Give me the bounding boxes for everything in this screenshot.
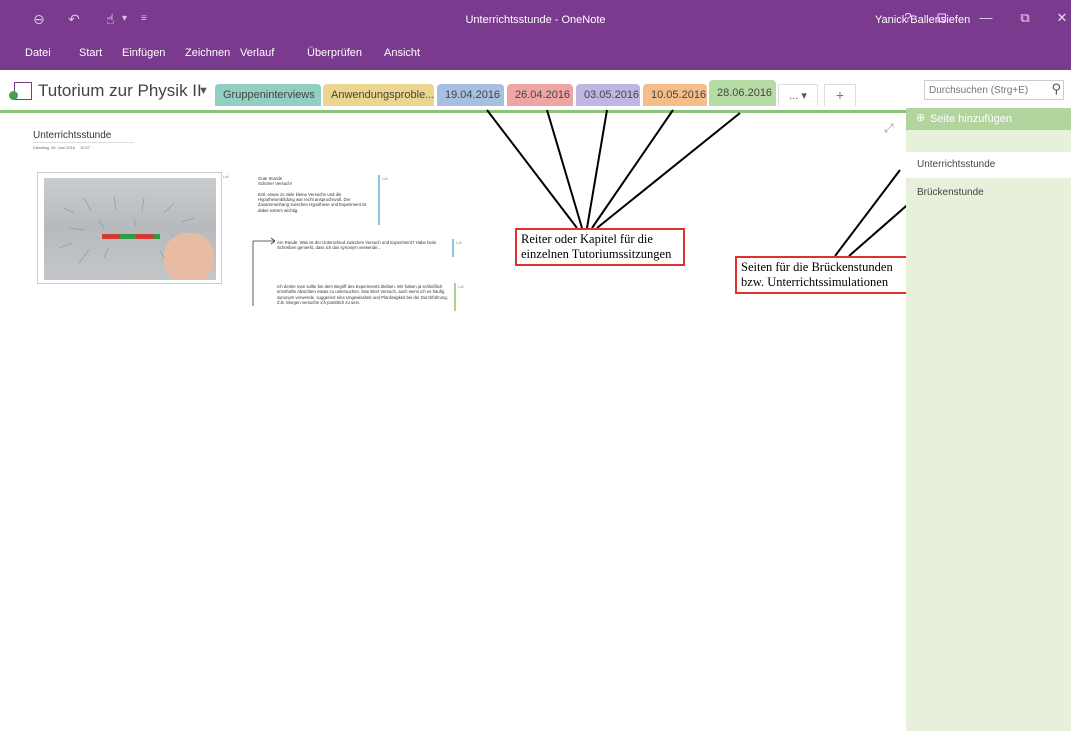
section-tab-10-05-2016[interactable]: 10.05.2016 [643, 84, 707, 106]
tab-ueberpruefen[interactable]: Überprüfen [307, 47, 362, 59]
add-page-button[interactable]: ⊕ Seite hinzufügen [906, 108, 1071, 130]
tab-einfuegen[interactable]: Einfügen [122, 47, 165, 59]
section-tab-gruppeninterviews[interactable]: Gruppeninterviews [215, 84, 321, 106]
expand-icon[interactable]: ⤢ [884, 121, 894, 136]
section-tab-19-04-2016[interactable]: 19.04.2016 [437, 84, 504, 106]
author-tag: Ldt [456, 240, 462, 245]
page-time: 10:27 [80, 145, 91, 150]
ribbon-tabs: Datei Start Einfügen Zeichnen Verlauf Üb… [0, 40, 1071, 70]
magnet-green [120, 234, 136, 239]
minimize-button[interactable]: — [976, 10, 996, 25]
chevron-down-icon[interactable]: ▼ [198, 85, 209, 97]
page-title[interactable]: Unterrichtsstunde [33, 130, 134, 143]
page-item-brueckenstunde[interactable]: Brückenstunde [906, 180, 1071, 206]
hand [164, 233, 214, 280]
page-item-unterrichtsstunde[interactable]: Unterrichtsstunde [906, 152, 1071, 178]
search-input[interactable] [929, 83, 1039, 98]
section-tab-anwendungsprobleme[interactable]: Anwendungsproble... [323, 84, 434, 106]
restore-button[interactable]: ⧉ [1015, 10, 1035, 26]
author-tag: Ldt [382, 176, 388, 181]
tab-zeichnen[interactable]: Zeichnen [185, 47, 230, 59]
section-tab-03-05-2016[interactable]: 03.05.2016 [576, 84, 640, 106]
note-marker [452, 239, 454, 257]
photo-container[interactable] [37, 172, 222, 284]
note-answer[interactable]: Ich denke man sollte bei dem Begriff des… [277, 284, 452, 305]
tab-start[interactable]: Start [79, 47, 102, 59]
author-tag: Ldt [223, 174, 229, 179]
notebook-bar: Tutorium zur Physik II ▼ Gruppenintervie… [0, 70, 1071, 112]
note-question[interactable]: Am Rande: Was ist der Unterschied zwisch… [277, 240, 452, 251]
help-button[interactable]: ? [898, 10, 918, 25]
experiment-photo[interactable] [44, 178, 216, 280]
add-section-button[interactable]: + [824, 84, 856, 106]
notebook-name[interactable]: Tutorium zur Physik II [38, 81, 202, 101]
more-sections-button[interactable]: ... ▾ [778, 84, 818, 106]
user-name[interactable]: Yanick Ballensiefen [875, 14, 970, 26]
note-feedback[interactable]: Gute Stunde Schöner Versuch! Evtl. etwas… [258, 176, 370, 213]
note-marker [454, 283, 456, 311]
display-options-button[interactable]: ⊡ [932, 10, 952, 26]
sections-callout: Reiter oder Kapitel für die einzelnen Tu… [515, 228, 685, 266]
section-tab-26-04-2016[interactable]: 26.04.2016 [507, 84, 573, 106]
search-box[interactable]: ⚲ [924, 80, 1064, 100]
tab-ansicht[interactable]: Ansicht [384, 47, 420, 59]
section-color-line [0, 110, 906, 113]
add-page-label: Seite hinzufügen [930, 113, 1012, 125]
magnet-red [102, 234, 120, 239]
section-tab-28-06-2016[interactable]: 28.06.2016 [709, 80, 776, 106]
notebook-icon[interactable] [9, 82, 32, 100]
tab-verlauf[interactable]: Verlauf [240, 47, 274, 59]
tab-datei[interactable]: Datei [25, 47, 51, 59]
pages-callout: Seiten für die Brückenstunden bzw. Unter… [735, 256, 909, 294]
note-connector [252, 237, 275, 306]
author-tag: Ldt [458, 284, 464, 289]
pages-pane: ⊕ Seite hinzufügen Unterrichtsstunde Brü… [906, 108, 1071, 731]
close-button[interactable]: ✕ [1052, 10, 1071, 26]
magnet-green [154, 234, 160, 239]
note-marker [378, 175, 380, 225]
page-date: Dienstag, 28. Juni 2016 [33, 145, 76, 150]
search-icon[interactable]: ⚲ [1051, 81, 1061, 97]
title-bar: ⊖ ↶ ☝ ▾ ≡ Unterrichtsstunde - OneNote Ya… [0, 0, 1071, 40]
add-icon: ⊕ [916, 112, 926, 124]
magnet-red [136, 234, 154, 239]
